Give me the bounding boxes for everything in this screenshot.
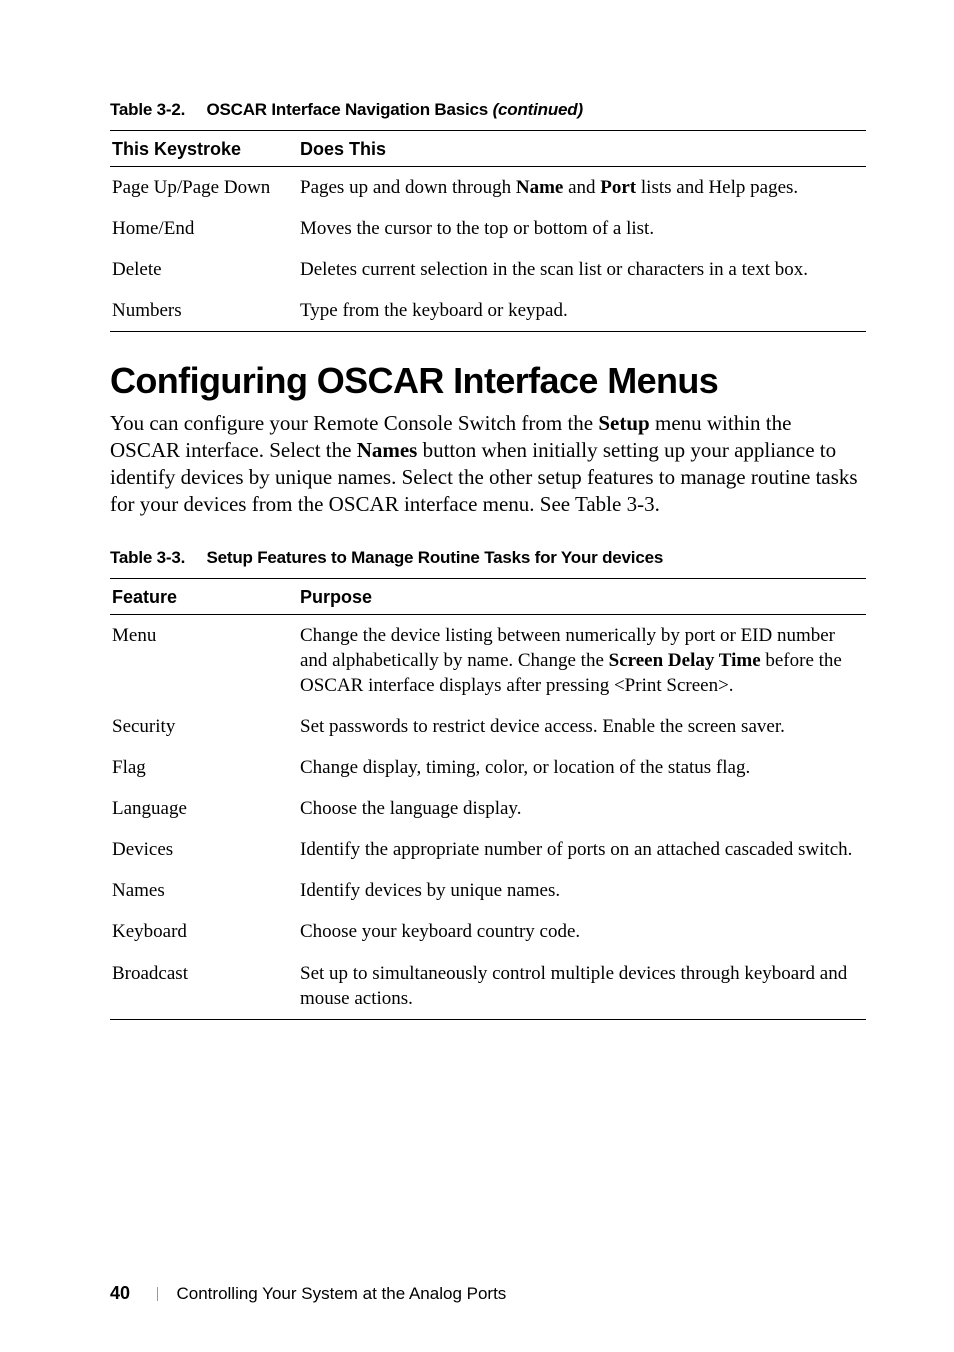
cell-does-this: Type from the keyboard or keypad.	[298, 290, 866, 332]
cell-purpose: Identify the appropriate number of ports…	[298, 829, 866, 870]
cell-purpose: Choose your keyboard country code.	[298, 911, 866, 952]
cell-purpose: Identify devices by unique names.	[298, 870, 866, 911]
table-row: Page Up/Page Down Pages up and down thro…	[110, 167, 866, 209]
text: Pages up and down through	[300, 177, 516, 198]
table-row: Security Set passwords to restrict devic…	[110, 706, 866, 747]
th-purpose: Purpose	[298, 578, 866, 614]
table-row: Delete Deletes current selection in the …	[110, 249, 866, 290]
body-paragraph: You can configure your Remote Console Sw…	[110, 410, 866, 518]
th-keystroke: This Keystroke	[110, 131, 298, 167]
table-row: Broadcast Set up to simultaneously contr…	[110, 953, 866, 1020]
th-feature: Feature	[110, 578, 298, 614]
cell-feature: Flag	[110, 747, 298, 788]
table-head-row: This Keystroke Does This	[110, 131, 866, 167]
table-row: Devices Identify the appropriate number …	[110, 829, 866, 870]
cell-feature: Language	[110, 788, 298, 829]
cell-keystroke: Delete	[110, 249, 298, 290]
cell-does-this: Deletes current selection in the scan li…	[298, 249, 866, 290]
bold-name: Name	[516, 177, 563, 198]
caption-text: Table 3-2. OSCAR Interface Navigation Ba…	[110, 100, 493, 119]
cell-feature: Security	[110, 706, 298, 747]
caption-continued: (continued)	[493, 100, 583, 119]
table-row: Menu Change the device listing between n…	[110, 614, 866, 706]
table-3-3-caption: Table 3-3. Setup Features to Manage Rout…	[110, 548, 866, 568]
footer-title: Controlling Your System at the Analog Po…	[177, 1284, 507, 1303]
cell-feature: Menu	[110, 614, 298, 706]
table-row: Flag Change display, timing, color, or l…	[110, 747, 866, 788]
table-row: Keyboard Choose your keyboard country co…	[110, 911, 866, 952]
section-heading: Configuring OSCAR Interface Menus	[110, 360, 866, 402]
cell-purpose: Change display, timing, color, or locati…	[298, 747, 866, 788]
cell-keystroke: Numbers	[110, 290, 298, 332]
bold-names: Names	[357, 438, 418, 462]
table-3-2: This Keystroke Does This Page Up/Page Do…	[110, 130, 866, 332]
cell-feature: Devices	[110, 829, 298, 870]
page-number: 40	[110, 1283, 130, 1303]
table-row: Home/End Moves the cursor to the top or …	[110, 208, 866, 249]
bold-setup: Setup	[598, 411, 649, 435]
table-3-2-caption: Table 3-2. OSCAR Interface Navigation Ba…	[110, 100, 866, 120]
bold-screen-delay-time: Screen Delay Time	[609, 650, 761, 671]
table-row: Names Identify devices by unique names.	[110, 870, 866, 911]
cell-feature: Names	[110, 870, 298, 911]
footer-separator-icon	[157, 1287, 158, 1301]
table-head-row: Feature Purpose	[110, 578, 866, 614]
text: and	[563, 177, 600, 198]
cell-keystroke: Page Up/Page Down	[110, 167, 298, 209]
th-does-this: Does This	[298, 131, 866, 167]
table-row: Language Choose the language display.	[110, 788, 866, 829]
cell-purpose: Change the device listing between numeri…	[298, 614, 866, 706]
table-row: Numbers Type from the keyboard or keypad…	[110, 290, 866, 332]
cell-keystroke: Home/End	[110, 208, 298, 249]
page-footer: 40 Controlling Your System at the Analog…	[110, 1283, 506, 1304]
text: lists and Help pages.	[636, 177, 798, 198]
cell-does-this: Pages up and down through Name and Port …	[298, 167, 866, 209]
bold-port: Port	[600, 177, 636, 198]
table-3-3: Feature Purpose Menu Change the device l…	[110, 578, 866, 1020]
cell-feature: Keyboard	[110, 911, 298, 952]
cell-does-this: Moves the cursor to the top or bottom of…	[298, 208, 866, 249]
cell-purpose: Set up to simultaneously control multipl…	[298, 953, 866, 1020]
page: Table 3-2. OSCAR Interface Navigation Ba…	[0, 0, 954, 1352]
text: You can configure your Remote Console Sw…	[110, 411, 598, 435]
cell-feature: Broadcast	[110, 953, 298, 1020]
cell-purpose: Choose the language display.	[298, 788, 866, 829]
cell-purpose: Set passwords to restrict device access.…	[298, 706, 866, 747]
